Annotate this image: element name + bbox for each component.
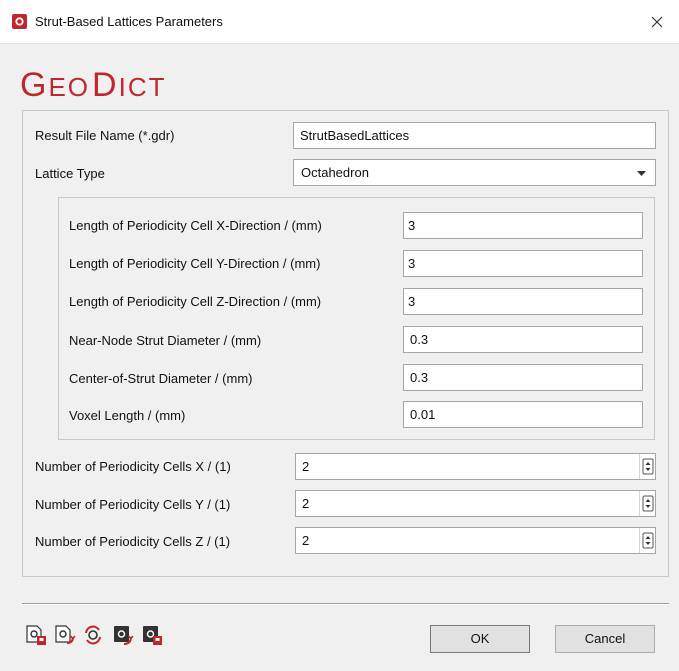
lattice-type-select[interactable]: Octahedron [293, 159, 656, 186]
cells-y-value: 2 [302, 496, 310, 511]
cell-z-length-input[interactable] [403, 288, 643, 315]
cells-y-label: Number of Periodicity Cells Y / (1) [35, 497, 231, 512]
cells-z-spinbox[interactable]: 2 [295, 527, 656, 554]
spin-arrows-icon [642, 458, 654, 475]
cells-y-stepper[interactable] [639, 491, 655, 516]
cells-y-spinbox[interactable]: 2 [295, 490, 656, 517]
chevron-down-icon [637, 171, 646, 176]
dialog-window: Strut-Based Lattices Parameters GEODICT … [0, 0, 679, 671]
lattice-type-label: Lattice Type [35, 166, 105, 181]
cells-z-value: 2 [302, 533, 310, 548]
near-node-diameter-label: Near-Node Strut Diameter / (mm) [69, 333, 262, 348]
save-macro-icon[interactable] [141, 624, 163, 646]
result-file-label: Result File Name (*.gdr) [35, 128, 175, 143]
center-strut-diameter-input[interactable] [403, 364, 643, 391]
cell-x-length-input[interactable] [403, 212, 643, 239]
title-bar: Strut-Based Lattices Parameters [0, 0, 679, 44]
center-strut-diameter-label: Center-of-Strut Diameter / (mm) [69, 371, 253, 386]
cancel-button[interactable]: Cancel [555, 625, 655, 653]
cells-z-stepper[interactable] [639, 528, 655, 553]
voxel-length-input[interactable] [403, 401, 643, 428]
cells-x-stepper[interactable] [639, 454, 655, 479]
geodict-app-icon [12, 14, 27, 29]
cells-z-label: Number of Periodicity Cells Z / (1) [35, 534, 231, 549]
close-button[interactable] [635, 0, 679, 44]
cell-y-length-label: Length of Periodicity Cell Y-Direction /… [69, 256, 321, 271]
reset-settings-icon[interactable] [82, 624, 104, 646]
window-title: Strut-Based Lattices Parameters [35, 14, 223, 29]
lattice-type-value: Octahedron [301, 165, 369, 180]
cell-x-length-label: Length of Periodicity Cell X-Direction /… [69, 218, 322, 233]
save-settings-icon[interactable] [54, 624, 76, 646]
ok-button[interactable]: OK [430, 625, 530, 653]
result-file-input[interactable] [293, 122, 656, 149]
cells-x-spinbox[interactable]: 2 [295, 453, 656, 480]
load-macro-icon[interactable] [112, 624, 134, 646]
bottom-separator [22, 603, 669, 605]
svg-text:GEODICT: GEODICT [20, 66, 166, 102]
cell-z-length-label: Length of Periodicity Cell Z-Direction /… [69, 294, 322, 309]
cells-x-value: 2 [302, 459, 310, 474]
spin-arrows-icon [642, 532, 654, 549]
voxel-length-label: Voxel Length / (mm) [69, 408, 186, 423]
load-settings-icon[interactable] [25, 624, 47, 646]
cell-y-length-input[interactable] [403, 250, 643, 277]
geodict-logo: GEODICT [20, 66, 166, 102]
cells-x-label: Number of Periodicity Cells X / (1) [35, 459, 231, 474]
spin-arrows-icon [642, 495, 654, 512]
near-node-diameter-input[interactable] [403, 326, 643, 353]
close-icon [651, 16, 663, 28]
